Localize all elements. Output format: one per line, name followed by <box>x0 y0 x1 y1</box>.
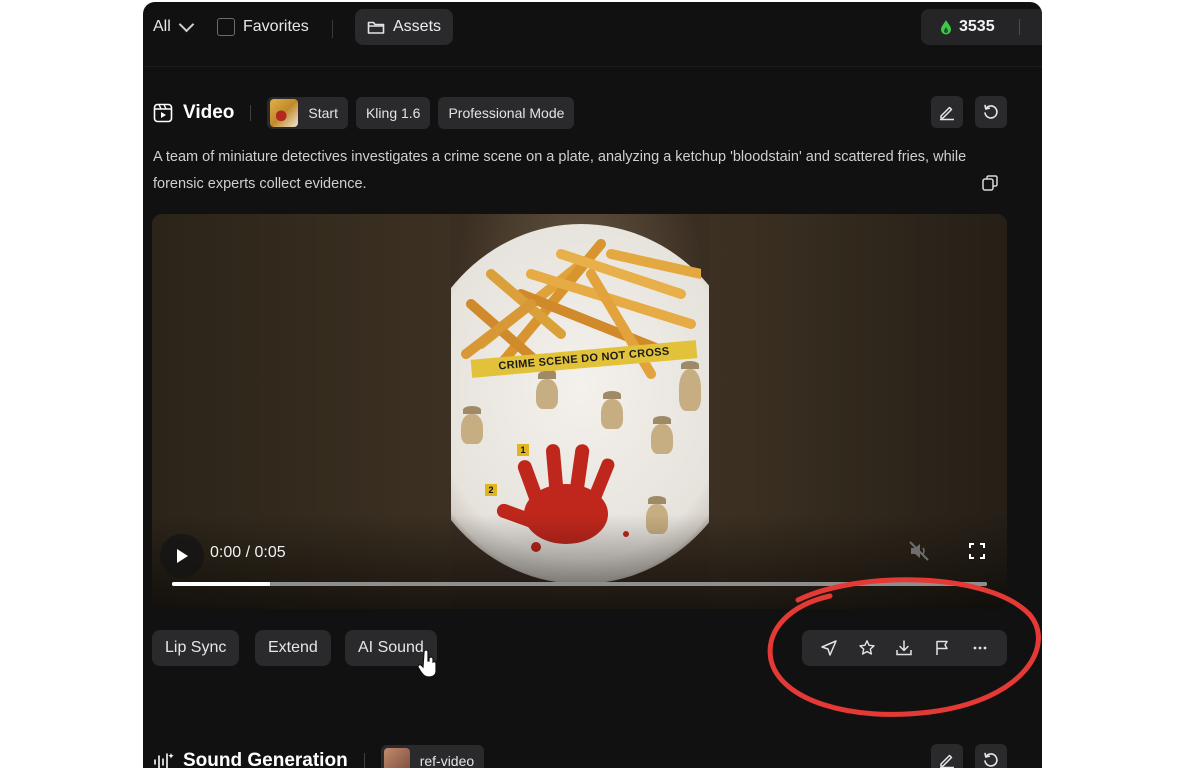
credit-drop-icon <box>941 20 951 35</box>
filter-dropdown[interactable]: All <box>153 16 195 36</box>
detective-figure <box>536 371 558 409</box>
ref-video-thumbnail <box>383 748 410 768</box>
edit-button[interactable] <box>931 96 963 128</box>
section-title: Sound Generation <box>183 750 348 768</box>
progress-remaining <box>269 582 987 586</box>
lip-sync-label: Lip Sync <box>165 639 227 656</box>
divider <box>363 753 365 768</box>
play-icon <box>177 549 188 563</box>
edit-button[interactable] <box>931 744 963 768</box>
refresh-icon <box>984 752 998 767</box>
favorites-checkbox[interactable] <box>217 18 235 36</box>
assets-label: Assets <box>393 18 442 35</box>
copy-icon[interactable] <box>981 174 999 192</box>
ref-video-chip[interactable]: ref-video <box>380 745 485 768</box>
detective-figure <box>461 406 483 444</box>
detective-figure <box>651 416 673 454</box>
flag-icon[interactable] <box>930 636 954 660</box>
evidence-marker: 1 <box>517 444 529 456</box>
evidence-marker: 2 <box>485 484 497 496</box>
time-display: 0:00 / 0:05 <box>210 544 286 561</box>
top-bar: All Favorites Assets 3535 <box>143 2 1042 67</box>
divider <box>250 105 252 121</box>
extend-label: Extend <box>268 639 318 656</box>
star-icon[interactable] <box>855 636 879 660</box>
divider <box>332 20 333 38</box>
progress-bar[interactable] <box>172 582 987 586</box>
mode-label: Professional Mode <box>448 105 565 121</box>
sound-section-header: Sound Generation ref-video <box>153 744 492 768</box>
credits-badge[interactable]: 3535 <box>921 9 1042 45</box>
favorites-toggle[interactable]: Favorites <box>217 18 309 36</box>
send-icon[interactable] <box>817 636 841 660</box>
progress-fill <box>172 582 270 586</box>
lip-sync-button[interactable]: Lip Sync <box>152 630 240 666</box>
favorites-label: Favorites <box>243 18 309 35</box>
refresh-icon <box>984 104 998 119</box>
start-frame-thumbnail <box>270 99 299 127</box>
section-title: Video <box>183 102 235 123</box>
ai-sound-label: AI Sound <box>358 639 424 656</box>
fullscreen-icon[interactable] <box>968 542 986 560</box>
ref-video-label: ref-video <box>419 753 475 768</box>
divider <box>1018 19 1020 35</box>
credits-value: 3535 <box>959 18 995 35</box>
app-window: All Favorites Assets 3535 Video Start Kl… <box>143 2 1042 768</box>
download-icon[interactable] <box>892 636 916 660</box>
video-section-header: Video Start Kling 1.6 Professional Mode <box>153 96 582 130</box>
more-icon[interactable] <box>968 636 992 660</box>
model-label: Kling 1.6 <box>365 105 421 121</box>
folder-icon <box>367 21 385 34</box>
chevron-down-icon <box>178 16 195 33</box>
mode-chip[interactable]: Professional Mode <box>438 97 575 129</box>
assets-button[interactable]: Assets <box>355 9 454 45</box>
edit-icon <box>940 106 954 121</box>
result-toolbar <box>802 630 1007 666</box>
model-chip[interactable]: Kling 1.6 <box>355 97 431 129</box>
video-icon <box>153 103 173 123</box>
filter-label: All <box>153 18 171 35</box>
hand-cursor-icon <box>418 650 437 678</box>
edit-icon <box>940 754 954 768</box>
video-player[interactable]: CRIME SCENE DO NOT CROSS 1 2 0:00 / 0:05 <box>152 214 1007 609</box>
start-frame-chip[interactable]: Start <box>267 97 348 129</box>
regenerate-button[interactable] <box>975 96 1007 128</box>
detective-figure <box>679 361 701 411</box>
detective-figure <box>601 391 623 429</box>
regenerate-button[interactable] <box>975 744 1007 768</box>
mute-icon[interactable] <box>908 540 930 562</box>
audio-waveform-icon <box>154 753 174 768</box>
extend-button[interactable]: Extend <box>255 630 331 666</box>
start-label: Start <box>308 105 338 121</box>
play-button[interactable] <box>160 534 204 578</box>
prompt-text: A team of miniature detectives investiga… <box>153 149 967 192</box>
